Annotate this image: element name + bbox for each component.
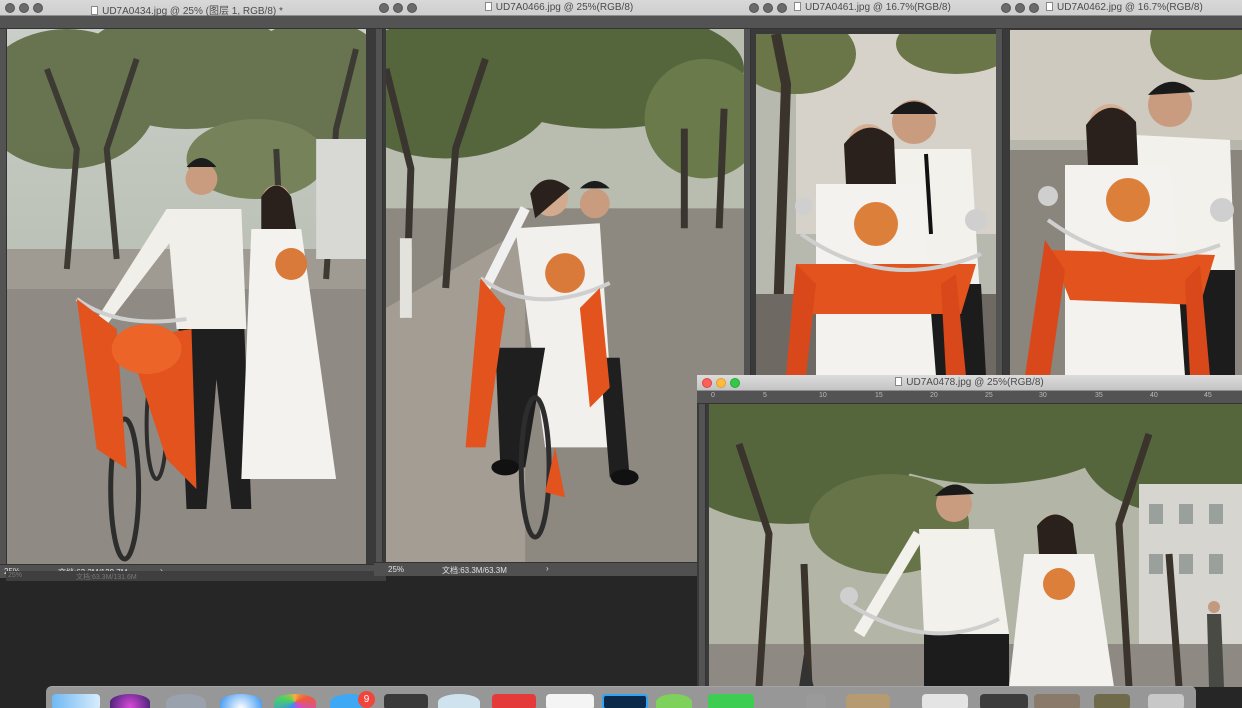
window-titlebar[interactable]: UD7A0461.jpg @ 16.7%(RGB/8) — [744, 0, 996, 16]
document-icon — [895, 377, 903, 386]
launchpad-icon[interactable] — [166, 694, 206, 708]
horizontal-ruler[interactable] — [996, 16, 1242, 29]
desktop: UD7A0434.jpg @ 25% (图层 1, RGB/8) * 25% 文… — [0, 0, 1242, 708]
chevron-right-icon[interactable]: › — [546, 564, 549, 573]
vertical-ruler[interactable] — [699, 404, 706, 687]
horizontal-ruler[interactable] — [0, 16, 374, 29]
document-icon — [794, 2, 801, 11]
wedding-photo-portrait-b — [1010, 30, 1242, 376]
recent-document-thumbnail[interactable] — [922, 694, 968, 708]
window-title-text: UD7A0461.jpg @ 16.7%(RGB/8) — [805, 2, 951, 13]
document-icon — [1046, 2, 1053, 11]
document-window-ud7a0434[interactable]: UD7A0434.jpg @ 25% (图层 1, RGB/8) * — [0, 0, 374, 578]
window-title: UD7A0434.jpg @ 25% (图层 1, RGB/8) * — [0, 2, 374, 17]
window-titlebar[interactable]: UD7A0462.jpg @ 16.7%(RGB/8) — [996, 0, 1242, 16]
image-canvas[interactable] — [386, 29, 744, 562]
minimize-icon[interactable] — [1015, 3, 1025, 13]
window-title-text: UD7A0462.jpg @ 16.7%(RGB/8) — [1057, 2, 1203, 13]
close-icon[interactable] — [749, 3, 759, 13]
traffic-lights — [1001, 3, 1039, 13]
image-canvas[interactable] — [1010, 30, 1242, 376]
document-size: 文档:63.3M/63.3M — [442, 566, 507, 575]
window-titlebar[interactable]: UD7A0434.jpg @ 25% (图层 1, RGB/8) * — [0, 0, 374, 17]
ruler-tick: 10 — [819, 392, 827, 399]
emoji-app-icon[interactable] — [656, 694, 692, 708]
zoom-level[interactable]: 25% — [388, 565, 404, 574]
document-icon — [91, 6, 99, 15]
document-icon — [484, 2, 492, 11]
horizontal-ruler[interactable]: 0 5 10 15 20 25 30 35 40 45 — [697, 391, 1242, 404]
compass-icon[interactable] — [438, 694, 480, 708]
status-bar: 25% 文档:63.3M/63.3M › — [374, 562, 744, 576]
image-canvas[interactable] — [7, 29, 366, 564]
wedding-photo-bicycle-ride — [386, 29, 744, 562]
ruler-tick: 5 — [763, 392, 767, 399]
recent-image-thumbnail[interactable] — [846, 694, 890, 708]
ruler-tick: 30 — [1039, 392, 1047, 399]
window-title-text: UD7A0478.jpg @ 25%(RGB/8) — [906, 377, 1044, 388]
hidden-doc-size: 文档:63.3M/131.6M — [76, 574, 137, 581]
ruler-tick: 25 — [985, 392, 993, 399]
window-titlebar[interactable]: UD7A0466.jpg @ 25%(RGB/8) — [374, 0, 744, 16]
photos-icon[interactable] — [274, 694, 316, 708]
photoshop-icon[interactable] — [602, 694, 648, 708]
wedding-photo-street — [709, 404, 1242, 687]
close-icon[interactable] — [1001, 3, 1011, 13]
document-window-ud7a0462[interactable]: UD7A0462.jpg @ 16.7%(RGB/8) — [996, 0, 1242, 376]
minimize-icon[interactable] — [763, 3, 773, 13]
document-window-ud7a0461[interactable]: UD7A0461.jpg @ 16.7%(RGB/8) — [744, 0, 996, 376]
messenger-icon[interactable] — [546, 694, 594, 708]
horizontal-ruler[interactable] — [744, 16, 996, 29]
screenshot-icon[interactable] — [384, 694, 428, 708]
document-window-ud7a0466[interactable]: UD7A0466.jpg @ 25%(RGB/8) 25% 文档:63.3M/6… — [374, 0, 744, 576]
ruler-tick: 20 — [930, 392, 938, 399]
siri-icon[interactable] — [110, 694, 150, 708]
hidden-zoom: 25% — [8, 572, 23, 579]
window-title: UD7A0462.jpg @ 16.7%(RGB/8) — [1046, 2, 1242, 13]
image-canvas[interactable] — [709, 404, 1242, 687]
recent-image-thumbnail[interactable] — [1094, 694, 1130, 708]
vertical-ruler[interactable] — [996, 29, 1003, 376]
wedding-photo-portrait-a — [756, 34, 996, 376]
zoom-icon[interactable] — [1029, 3, 1039, 13]
horizontal-ruler[interactable] — [374, 16, 744, 29]
document-window-ud7a0478[interactable]: UD7A0478.jpg @ 25%(RGB/8) 0 5 10 15 20 2… — [697, 375, 1242, 687]
zoom-icon[interactable] — [777, 3, 787, 13]
vertical-ruler[interactable] — [0, 29, 7, 564]
window-titlebar[interactable]: UD7A0478.jpg @ 25%(RGB/8) — [697, 375, 1242, 391]
ruler-tick: 40 — [1150, 392, 1158, 399]
image-canvas[interactable] — [756, 34, 996, 376]
wedding-photo-walking — [7, 29, 366, 564]
notification-badge: 9 — [358, 691, 375, 708]
ruler-tick: 0 — [711, 392, 715, 399]
wps-icon[interactable] — [492, 694, 536, 708]
ruler-tick: 35 — [1095, 392, 1103, 399]
window-title: UD7A0478.jpg @ 25%(RGB/8) — [697, 377, 1242, 388]
window-title-text: UD7A0466.jpg @ 25%(RGB/8) — [495, 2, 634, 13]
ruler-tick: 15 — [875, 392, 883, 399]
dock: 9 — [46, 686, 1196, 708]
trash-icon[interactable] — [1148, 694, 1184, 708]
recent-image-thumbnail[interactable] — [980, 694, 1028, 708]
recent-image-thumbnail[interactable] — [1034, 694, 1080, 708]
window-title: UD7A0466.jpg @ 25%(RGB/8) — [374, 2, 744, 13]
background-window-status: 25% 文档:63.3M/131.6M — [6, 571, 386, 581]
ruler-tick: 45 — [1204, 392, 1212, 399]
vertical-ruler[interactable] — [376, 29, 383, 562]
wechat-icon[interactable] — [708, 694, 754, 708]
traffic-lights — [749, 3, 787, 13]
window-title: UD7A0461.jpg @ 16.7%(RGB/8) — [794, 2, 996, 13]
finder-icon[interactable] — [52, 694, 100, 708]
system-preferences-icon[interactable] — [806, 694, 826, 708]
vertical-ruler[interactable] — [744, 29, 751, 376]
safari-icon[interactable] — [220, 694, 262, 708]
